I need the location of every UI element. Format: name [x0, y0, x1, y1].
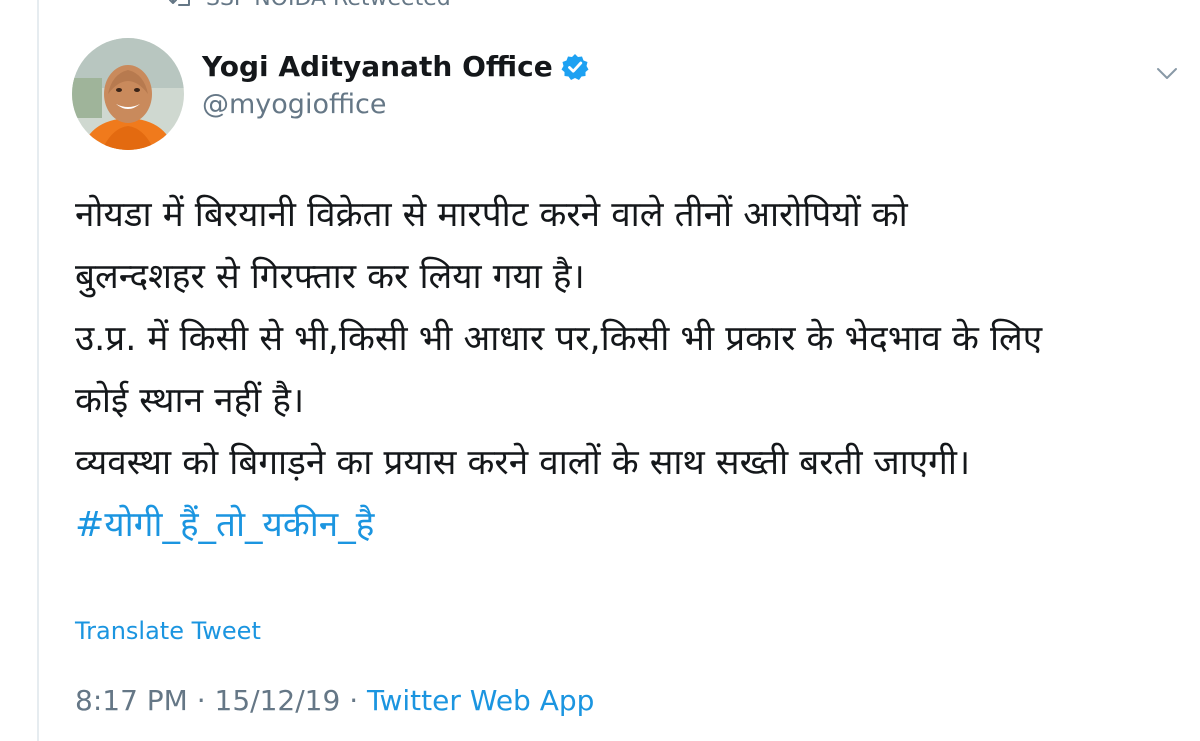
tweet-line: बुलन्दशहर से गिरफ्तार कर लिया गया है।: [75, 257, 585, 297]
profile-photo: [72, 38, 184, 150]
display-name[interactable]: Yogi Adityanath Office: [202, 50, 553, 83]
meta-separator: ·: [196, 684, 206, 717]
tweet-text: नोयडा में बिरयानी विक्रेता से मारपीट करन…: [75, 184, 1185, 556]
tweet-date[interactable]: 15/12/19: [215, 684, 341, 717]
translate-tweet-link[interactable]: Translate Tweet: [75, 617, 261, 645]
verified-badge-icon: [561, 53, 589, 81]
hashtag-link[interactable]: #योगी_हैं_तो_यकीन_है: [75, 494, 1185, 556]
tweet-page: SSP NOIDA Retweeted Yogi Adityanath Offi…: [0, 0, 1200, 741]
timeline-divider: [37, 0, 39, 741]
tweet-meta: 8:17 PM · 15/12/19 · Twitter Web App: [75, 684, 594, 717]
tweet-source-link[interactable]: Twitter Web App: [367, 684, 594, 717]
author-name-row[interactable]: Yogi Adityanath Office: [202, 50, 589, 83]
tweet-time[interactable]: 8:17 PM: [75, 684, 188, 717]
chevron-down-icon[interactable]: [1156, 66, 1178, 82]
tweet-line: कोई स्थान नहीं है।: [75, 381, 305, 421]
retweet-icon: [169, 0, 190, 6]
tweet-line: उ.प्र. में किसी से भी,किसी भी आधार पर,कि…: [75, 319, 1043, 359]
tweet-line: व्यवस्था को बिगाड़ने का प्रयास करने वालो…: [75, 443, 971, 483]
author-handle[interactable]: @myogioffice: [202, 89, 387, 120]
tweet-line: नोयडा में बिरयानी विक्रेता से मारपीट करन…: [75, 195, 908, 235]
retweet-context[interactable]: SSP NOIDA Retweeted: [168, 0, 451, 11]
retweet-context-label: SSP NOIDA Retweeted: [206, 0, 451, 11]
avatar[interactable]: [72, 38, 184, 150]
meta-separator: ·: [349, 684, 359, 717]
